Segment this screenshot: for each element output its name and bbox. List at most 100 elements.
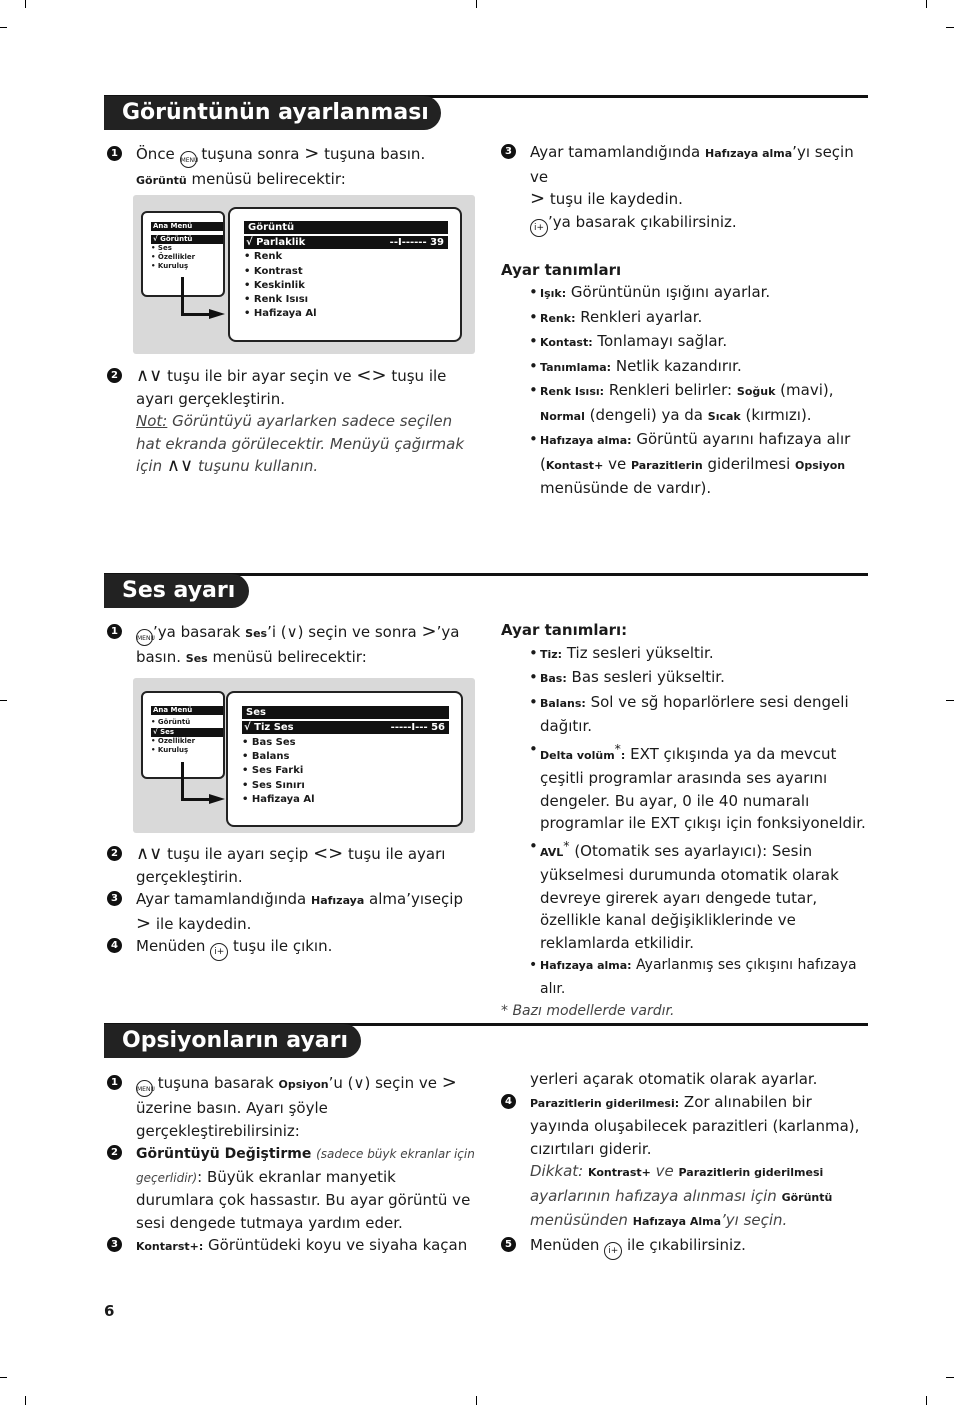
definition-item: Hafızaya alma: Görüntü ayarını hafızaya … (529, 428, 871, 500)
picture-left-column-2: 2 ∧∨ tuşu ile bir ayar seçin ve <> tuşu … (107, 365, 477, 478)
definition-term: AVL (540, 845, 564, 859)
text: ile kaydedin. (155, 914, 252, 933)
definition-text: giderilmesi (707, 454, 791, 473)
menu-item-name: Hafızaya (310, 894, 365, 907)
osd-arrow-icon (209, 794, 225, 804)
text: tuşuna sonra (201, 145, 300, 163)
osd-slider-value: -----I--- 56 (390, 722, 445, 733)
right-arrow-icon: > (304, 143, 320, 164)
definition-item: Delta volüm*: EXT çıkışında ya da mevcut… (529, 738, 871, 835)
definition-text: Sol ve sğ hoparlörlere sesi dengeli dağı… (540, 692, 849, 736)
text: ’ya basarak çıkabilirsiniz. (548, 212, 737, 231)
definition-text: (mavi), (780, 381, 834, 399)
definition-item: Tiz: Tiz sesleri yükseltir. (529, 642, 871, 667)
sound-left-column-2: 2 ∧∨ tuşu ile ayarı seçip <> tuşu ile ay… (107, 843, 477, 961)
crop-mark (926, 1396, 927, 1405)
osd-main-item: • Görüntü (151, 718, 191, 726)
definition-term: Bas: (540, 672, 567, 685)
up-down-arrows-icon: ∧∨ (136, 843, 163, 864)
definition-text: (kırmızı). (745, 405, 812, 424)
definition-term: Balans: (540, 696, 586, 710)
crop-mark (926, 0, 927, 8)
settings-definitions-title: Ayar tanımları (501, 260, 622, 279)
osd-sub-item: • Bas Ses (242, 737, 296, 748)
text: tuşu ile bir ayar seçin ve (167, 367, 352, 385)
note-term: Hafızaya Alma (632, 1215, 721, 1228)
step-number: 3 (501, 144, 516, 159)
definition-term: Parazitlerin (630, 458, 703, 472)
osd-connector (181, 798, 211, 801)
crop-mark (476, 0, 477, 8)
menu-key-icon: MENU (136, 1080, 155, 1097)
note-text: ayarlarının hafızaya alınması için (530, 1186, 777, 1205)
text: menüsü belirecektir: (212, 648, 367, 666)
step-number: 2 (107, 368, 122, 383)
menu-key-icon: MENU (136, 629, 155, 646)
picture-step-1: 1 Önce MENU tuşuna sonra > tuşuna basın.… (107, 143, 477, 193)
step-number: 3 (107, 1237, 122, 1252)
step-number: 1 (107, 146, 122, 161)
definition-term: Delta volüm (540, 748, 615, 762)
step-number: 4 (501, 1093, 516, 1109)
crop-mark (0, 27, 7, 28)
option-name: Kontarst+: (136, 1240, 204, 1253)
osd-sub-item: • Renk (244, 251, 283, 262)
exit-key-icon: i+ (210, 943, 229, 961)
section-title-picture: Görüntünün ayarlanması (104, 96, 441, 130)
osd-sub-menu: Ses √ Tiz Ses -----I--- 56 • Bas Ses • B… (226, 691, 463, 827)
section-title-sound: Ses ayarı (104, 574, 249, 608)
sound-step-2: 2 ∧∨ tuşu ile ayarı seçip <> tuşu ile ay… (107, 843, 477, 888)
definition-text: Renkleri ayarlar. (580, 307, 703, 326)
definition-term: Kontast: (540, 336, 593, 349)
text: tuşuna basarak (157, 1074, 274, 1092)
step-number: 2 (107, 1145, 122, 1160)
definition-term: Hafızaya alma: (540, 959, 632, 972)
text: ’u (∨) seçin ve (328, 1074, 437, 1092)
text: üzerine basın. Ayarı şöyle gerçekleştire… (136, 1099, 328, 1140)
text: Görüntüdeki koyu ve siyaha kaçan (208, 1236, 468, 1254)
sound-step-4: 4 Menüden i+ tuşu ile çıkın. (107, 935, 477, 961)
sound-step-3: 3 Ayar tamamlandığında Hafızaya alma’yıs… (107, 888, 477, 935)
osd-diagram-sound: Ana Menü • Görüntü √ Ses • Özellikler • … (133, 678, 475, 833)
text: tuşu ile çıkın. (233, 937, 333, 955)
menu-name: Görüntü (136, 174, 187, 187)
right-arrow-icon: > (421, 621, 437, 642)
options-step-2: 2 Görüntüyü Değiştirme (sadece büyk ekra… (107, 1142, 477, 1234)
definition-item: Renk: Renkleri ayarlar. (529, 306, 871, 331)
section-title-options: Opsiyonların ayarı (104, 1024, 361, 1058)
osd-main-item: • Özellikler (151, 737, 196, 745)
text: menüsü belirecektir: (191, 170, 346, 188)
step-number: 1 (107, 1075, 122, 1090)
definition-term: Tanımlama: (540, 360, 612, 374)
osd-main-title: Ana Menü (151, 222, 223, 231)
osd-diagram-picture: Ana Menü √ Görüntü • Ses • Özellikler • … (133, 195, 475, 354)
note-term: Parazitlerin giderilmesi (678, 1166, 824, 1179)
right-arrow-icon: > (136, 912, 152, 934)
osd-connector (181, 277, 184, 315)
osd-sub-item: • Kontrast (244, 266, 303, 277)
options-step-3: 3 Kontarst+: Görüntüdeki koyu ve siyaha … (107, 1234, 477, 1259)
options-step-1: 1 MENU tuşuna basarak Opsiyon’u (∨) seçi… (107, 1072, 477, 1142)
definition-term: Hafızaya alma: (540, 434, 632, 447)
definition-text: Görüntünün ışığını ayarlar. (570, 283, 771, 301)
options-step-3-continued: yerleri açarak otomatik olarak ayarlar. (501, 1068, 871, 1091)
definition-term: Kontast+ (545, 458, 604, 472)
exit-key-icon: i+ (530, 218, 548, 237)
text: tuşu ile ayarı seçip (167, 845, 309, 863)
definition-term: Renk: (540, 311, 576, 325)
picture-step-3: 3 Ayar tamamlandığında Hafızaya alma’yı … (501, 141, 871, 237)
step-number: 3 (107, 891, 122, 906)
menu-name: Opsiyon (278, 1078, 329, 1091)
osd-arrow-icon (209, 309, 225, 319)
osd-main-item: • Kuruluş (151, 262, 189, 270)
note-text: ve (655, 1162, 674, 1180)
definition-item: Hafızaya alma: Ayarlanmış ses çıkışını h… (529, 954, 871, 1000)
osd-selected-label: √ Tiz Ses (244, 722, 294, 733)
crop-mark (946, 700, 954, 701)
text: ile çıkabilirsiniz. (627, 1235, 746, 1254)
definition-term: Işık: (540, 287, 567, 300)
definition-term: Soğuk (736, 385, 776, 398)
settings-definitions-list: Işık: Görüntünün ışığını ayarlar. Renk: … (501, 281, 871, 500)
picture-right-column: 3 Ayar tamamlandığında Hafızaya alma’yı … (501, 141, 871, 500)
sound-right-column: Ayar tanımları: Tiz: Tiz sesleri yükselt… (501, 619, 871, 1023)
